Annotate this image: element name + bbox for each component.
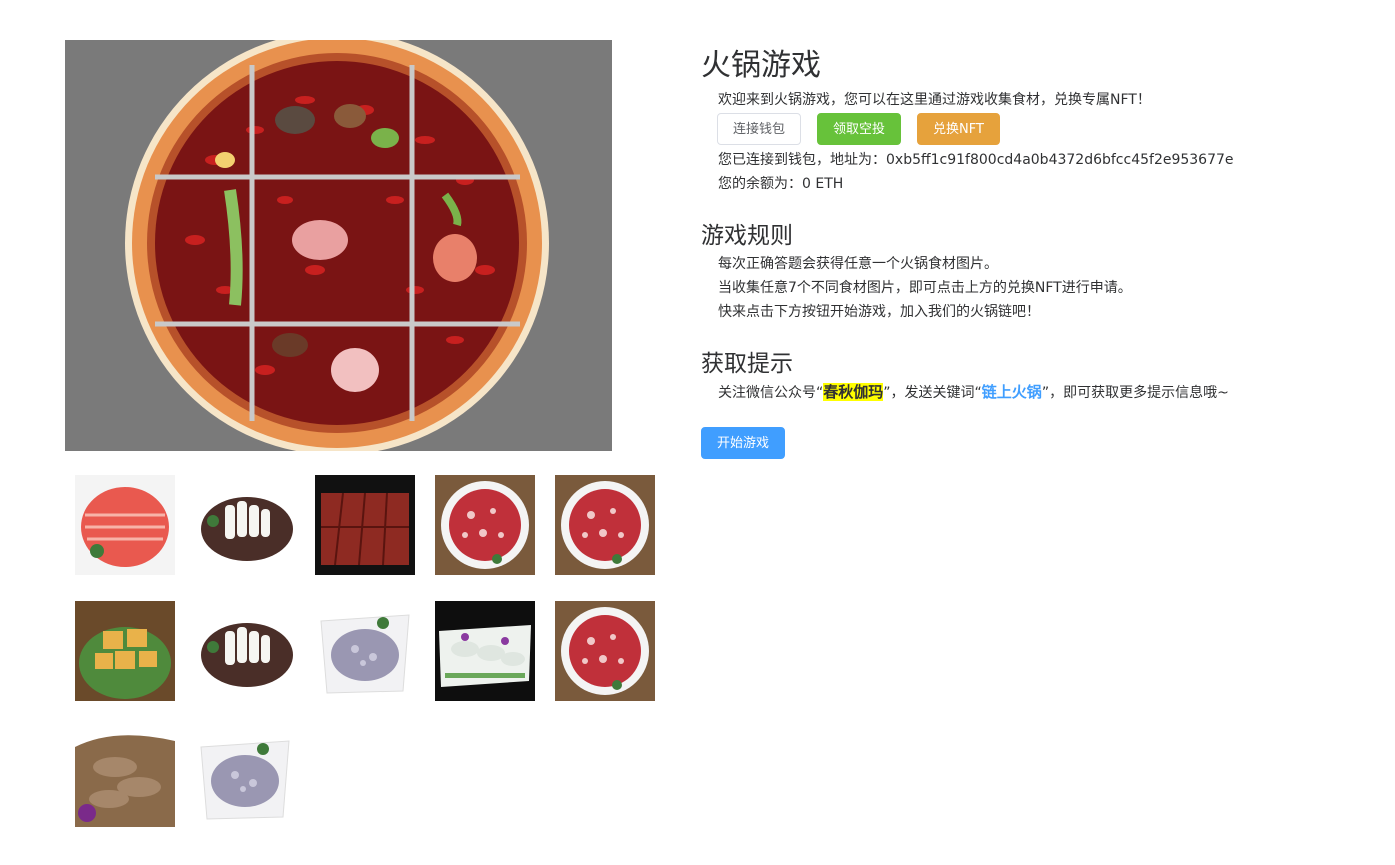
rule-line: 每次正确答题会获得任意一个火锅食材图片。 xyxy=(718,256,998,272)
welcome-text: 欢迎来到火锅游戏，您可以在这里通过游戏收集食材，兑换专属NFT！ xyxy=(718,92,1151,108)
claim-airdrop-button[interactable]: 领取空投 xyxy=(817,113,902,145)
hints-suffix: ”，即可获取更多提示信息哦~ xyxy=(1041,385,1229,401)
thumb-beef-slices xyxy=(435,475,535,575)
hints-text: 关注微信公众号“春秋伽玛”，发送关键词“链上火锅”，即可获取更多提示信息哦~ xyxy=(718,380,1361,405)
thumb-shrimp-paste xyxy=(315,601,415,701)
action-buttons: 连接钱包 领取空投 兑换NFT xyxy=(717,112,1361,146)
start-game-button[interactable]: 开始游戏 xyxy=(701,427,786,459)
hints-title: 获取提示 xyxy=(701,351,793,377)
wallet-balance: 您的余额为：0 ETH xyxy=(718,176,844,192)
wechat-account-name: 春秋伽玛 xyxy=(823,383,884,401)
rule-line: 当收集任意7个不同食材图片，即可点击上方的兑换NFT进行申请。 xyxy=(718,280,1132,296)
wallet-address: 您已连接到钱包，地址为：0xb5ff1c91f800cd4a0b4372d6bf… xyxy=(718,152,1234,168)
page-title: 火锅游戏 xyxy=(701,48,821,83)
thumb-fried-tofu xyxy=(75,601,175,701)
thumb-shrimp-paste xyxy=(195,727,295,827)
hotpot-illustration xyxy=(65,40,612,451)
rules-title: 游戏规则 xyxy=(701,223,793,249)
thumb-beef-slices xyxy=(555,475,655,575)
thumb-duck-blood xyxy=(315,475,415,575)
thumb-rice-cake xyxy=(195,601,295,701)
thumb-rice-cake xyxy=(195,475,295,575)
thumb-beef-slices xyxy=(555,601,655,701)
rule-line: 快来点击下方按钮开始游戏，加入我们的火锅链吧！ xyxy=(718,304,1040,320)
thumb-tripe xyxy=(75,727,175,827)
hints-middle: ”，发送关键词“ xyxy=(883,385,982,401)
keyword-highlight: 链上火锅 xyxy=(981,383,1042,401)
redeem-nft-button[interactable]: 兑换NFT xyxy=(917,113,1000,145)
connect-wallet-button[interactable]: 连接钱包 xyxy=(717,113,802,145)
thumb-lamb-rolls xyxy=(75,475,175,575)
thumb-fish-slices xyxy=(435,601,535,701)
hints-prefix: 关注微信公众号“ xyxy=(718,385,824,401)
hotpot-hero-image xyxy=(65,40,612,451)
info-panel: 火锅游戏 欢迎来到火锅游戏，您可以在这里通过游戏收集食材，兑换专属NFT！ 连接… xyxy=(701,44,1361,459)
